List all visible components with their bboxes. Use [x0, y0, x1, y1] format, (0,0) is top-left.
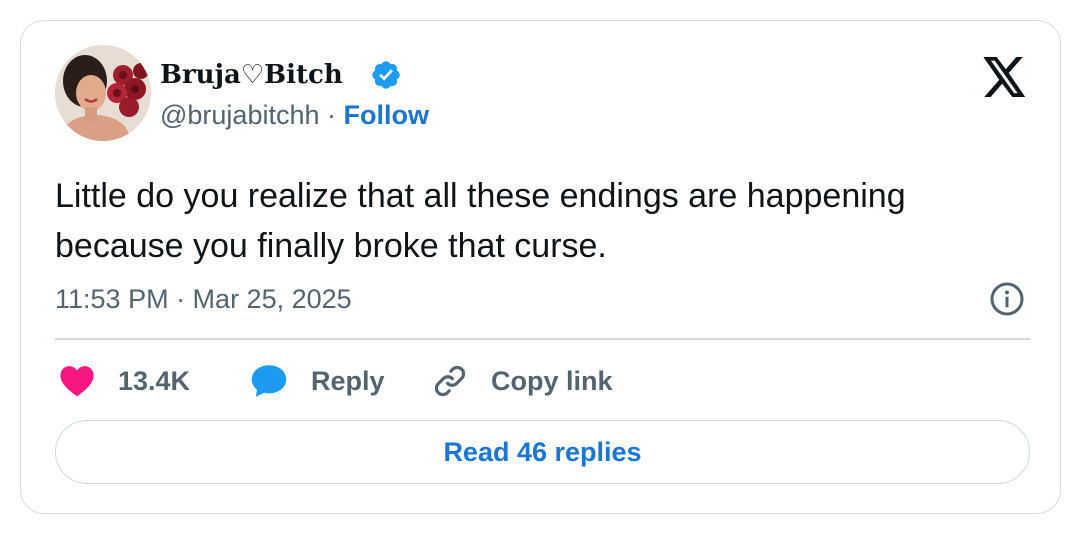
like-button[interactable]: 13.4K: [59, 361, 190, 401]
handle-row: @brujabitchh · Follow: [160, 99, 429, 131]
read-replies-button[interactable]: Read 46 replies: [55, 420, 1030, 484]
link-icon: [434, 365, 466, 397]
tweet-text: Little do you realize that all these end…: [55, 177, 906, 265]
reply-button[interactable]: Reply: [249, 361, 385, 401]
info-icon[interactable]: [989, 281, 1025, 317]
display-name[interactable]: Bruja♡Bitch: [160, 61, 343, 89]
x-logo-icon[interactable]: [983, 57, 1027, 97]
handle-separator: ·: [327, 100, 337, 130]
user-handle[interactable]: @brujabitchh: [160, 100, 320, 130]
avatar-image: [55, 45, 151, 141]
reply-label: Reply: [311, 365, 385, 396]
like-count: 13.4K: [118, 365, 191, 396]
tweet-timestamp[interactable]: 11:53 PM · Mar 25, 2025: [55, 283, 352, 315]
follow-button[interactable]: Follow: [344, 100, 429, 130]
tweet-embed-card[interactable]: Bruja♡Bitch @brujabitchh · Follow Little…: [20, 20, 1061, 514]
divider: [55, 338, 1030, 340]
verified-badge-icon: [372, 61, 400, 89]
copy-link-label: Copy link: [491, 365, 613, 396]
speech-bubble-icon: [251, 365, 287, 397]
heart-icon: [60, 366, 94, 397]
copy-link-button[interactable]: Copy link: [431, 361, 613, 401]
avatar[interactable]: [55, 45, 151, 141]
